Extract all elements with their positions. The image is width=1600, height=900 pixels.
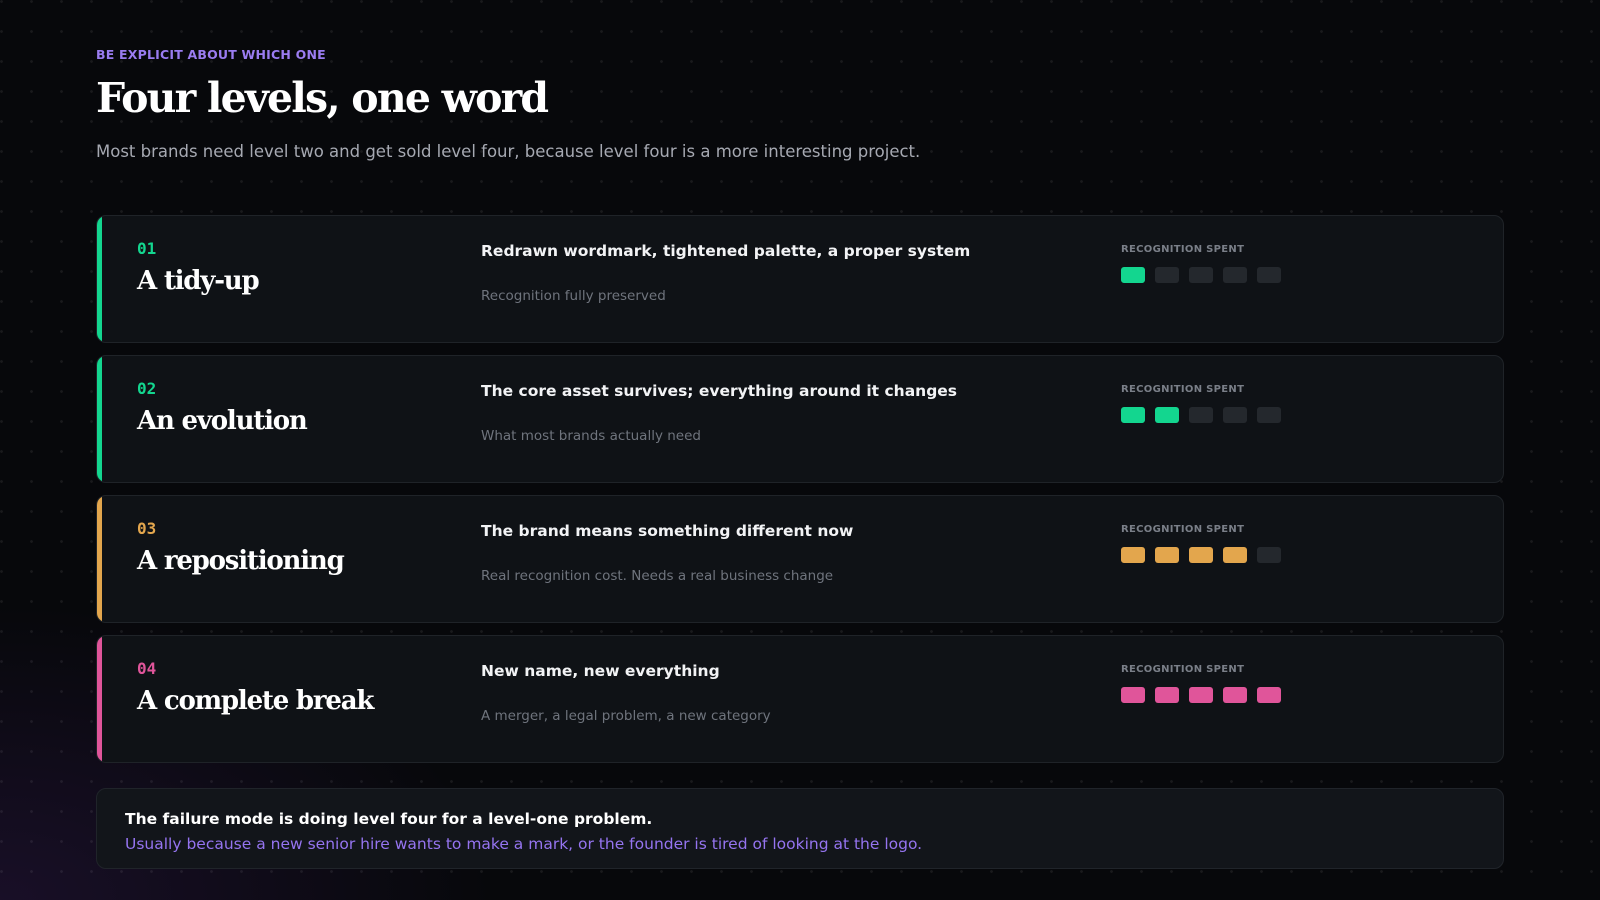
meter-square-filled [1155,547,1179,563]
meter-squares [1121,547,1281,563]
level-accent-bar [97,356,102,482]
meter-square-filled [1155,687,1179,703]
recognition-meter: Recognition spent [1121,664,1281,703]
meter-square-empty [1223,407,1247,423]
level-note: Real recognition cost. Needs a real busi… [481,568,834,584]
meter-square-filled [1121,267,1145,283]
level-note: What most brands actually need [481,428,701,444]
level-description: The core asset survives; everything arou… [481,382,958,400]
level-description: The brand means something different now [481,522,854,540]
page-subtitle: Most brands need level two and get sold … [96,142,921,161]
meter-square-filled [1189,547,1213,563]
level-number: 02 [137,379,157,398]
callout-lead: The failure mode is doing level four for… [125,810,653,828]
meter-square-empty [1257,267,1281,283]
meter-label: Recognition spent [1121,244,1245,255]
level-card-2: 02 An evolution The core asset survives;… [96,355,1504,483]
page-title: Four levels, one word [96,74,549,122]
level-note: A merger, a legal problem, a new categor… [481,708,771,724]
level-number: 01 [137,239,157,258]
meter-square-empty [1155,267,1179,283]
levels-list: 01 A tidy-up Redrawn wordmark, tightened… [96,215,1504,775]
level-note: Recognition fully preserved [481,288,666,304]
level-name: A complete break [137,686,374,716]
level-number: 04 [137,659,157,678]
meter-square-filled [1121,687,1145,703]
meter-square-filled [1155,407,1179,423]
level-accent-bar [97,216,102,342]
meter-square-filled [1121,547,1145,563]
meter-label: Recognition spent [1121,524,1245,535]
level-name: A repositioning [137,546,345,576]
meter-square-empty [1257,407,1281,423]
meter-squares [1121,267,1281,283]
level-description: New name, new everything [481,662,720,680]
level-accent-bar [97,496,102,622]
meter-square-filled [1223,547,1247,563]
level-card-1: 01 A tidy-up Redrawn wordmark, tightened… [96,215,1504,343]
level-accent-bar [97,636,102,762]
meter-square-filled [1257,687,1281,703]
recognition-meter: Recognition spent [1121,384,1281,423]
level-name: A tidy-up [137,266,260,296]
level-number: 03 [137,519,157,538]
eyebrow-label: Be explicit about which one [96,47,326,62]
meter-square-empty [1189,407,1213,423]
meter-square-filled [1121,407,1145,423]
meter-square-filled [1189,687,1213,703]
meter-label: Recognition spent [1121,664,1245,675]
meter-square-empty [1257,547,1281,563]
level-description: Redrawn wordmark, tightened palette, a p… [481,242,971,260]
meter-squares [1121,407,1281,423]
level-card-4: 04 A complete break New name, new everyt… [96,635,1504,763]
recognition-meter: Recognition spent [1121,244,1281,283]
meter-squares [1121,687,1281,703]
failure-mode-callout: The failure mode is doing level four for… [96,788,1504,869]
meter-label: Recognition spent [1121,384,1245,395]
recognition-meter: Recognition spent [1121,524,1281,563]
meter-square-empty [1189,267,1213,283]
level-name: An evolution [137,406,308,436]
meter-square-filled [1223,687,1247,703]
callout-follow: Usually because a new senior hire wants … [125,835,923,853]
level-card-3: 03 A repositioning The brand means somet… [96,495,1504,623]
meter-square-empty [1223,267,1247,283]
